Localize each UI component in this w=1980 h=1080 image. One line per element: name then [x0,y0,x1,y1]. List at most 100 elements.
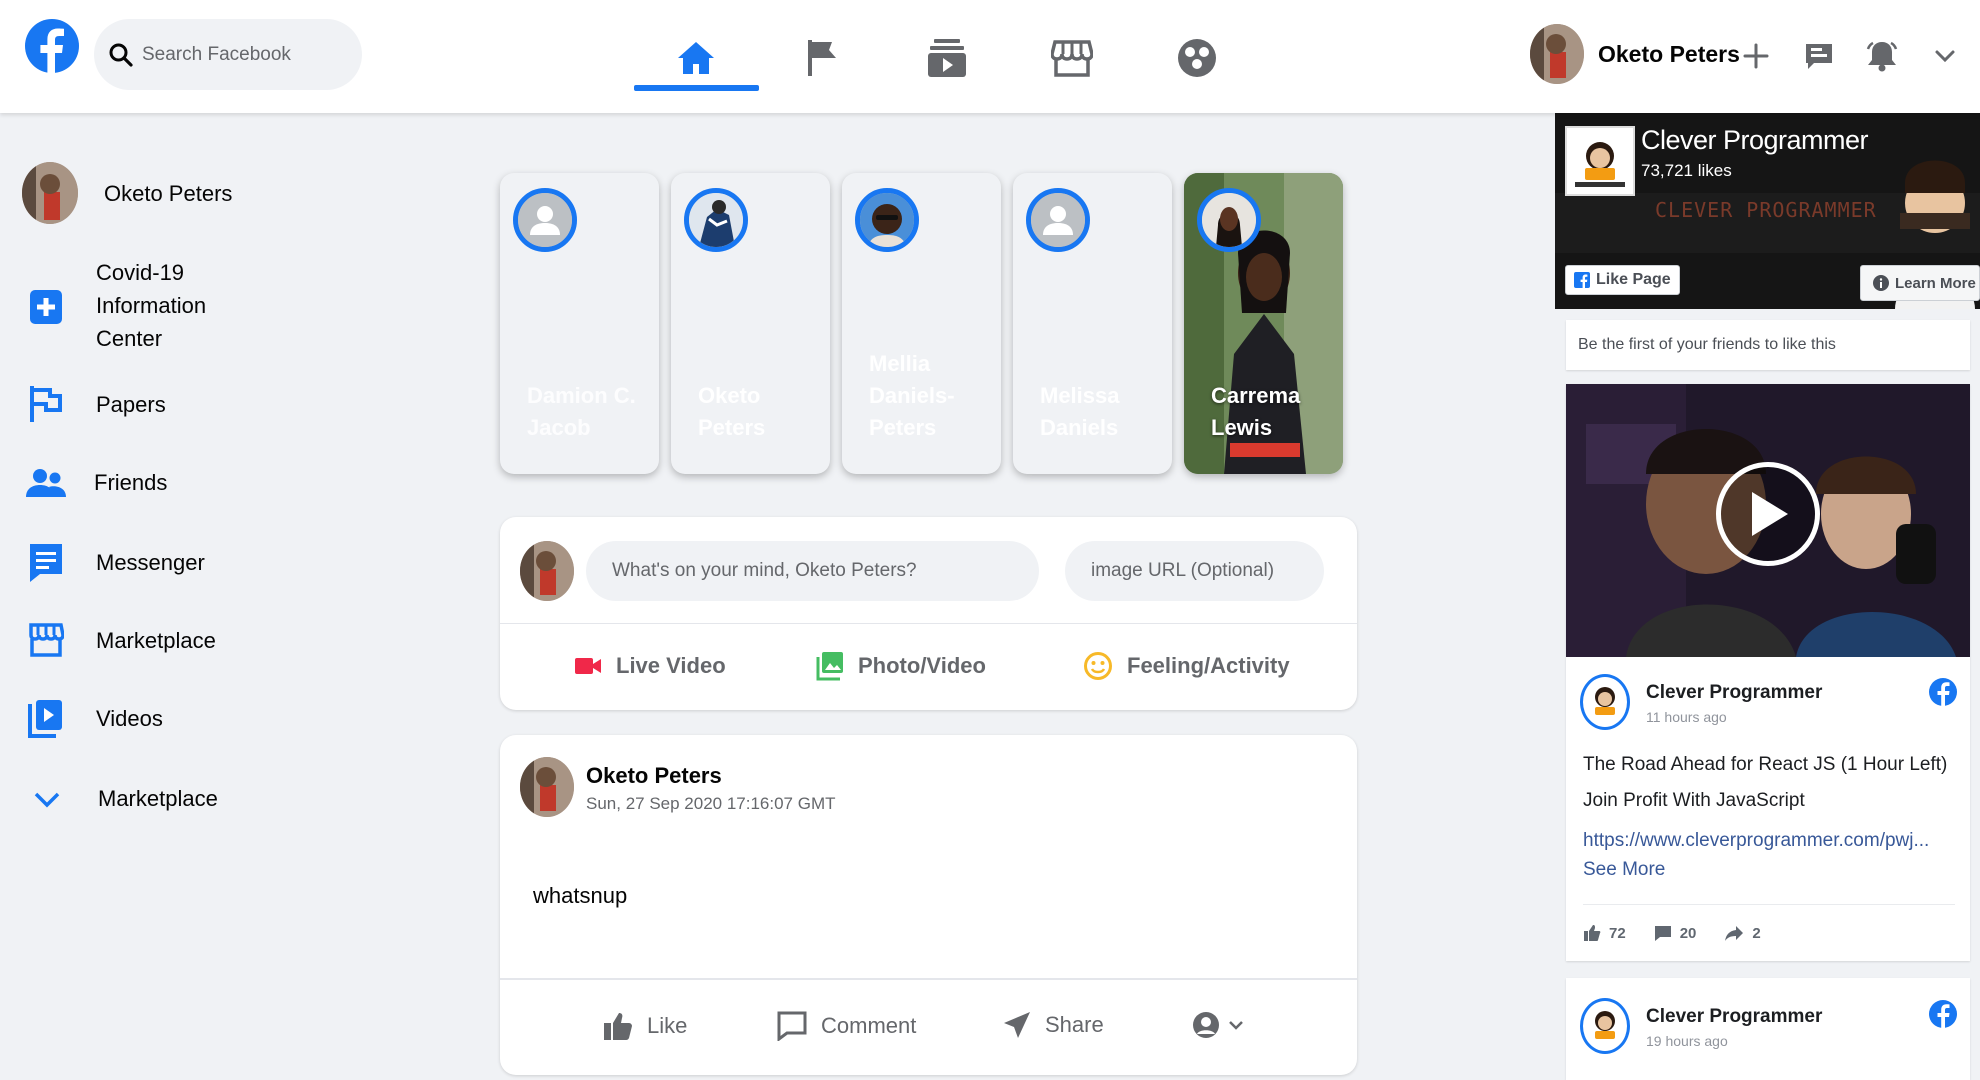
story-name: Mellia Daniels- Peters [869,348,994,444]
sidebar-item-label: Friends [94,470,168,495]
post-author-name[interactable]: Oketo Peters [586,763,722,789]
action-label: Share [1045,1012,1104,1037]
shares-stat[interactable]: 2 [1724,924,1761,942]
story-avatar [684,188,748,252]
story-avatar [1026,188,1090,252]
nav-groups-tab[interactable] [1135,26,1259,90]
search-placeholder: Search Facebook [142,43,291,65]
search-bar[interactable]: Search Facebook [94,19,362,90]
post-author-avatar[interactable] [520,757,574,817]
page-title[interactable]: Clever Programmer [1641,125,1869,156]
shares-count: 2 [1752,924,1761,942]
page-post-avatar[interactable] [1580,674,1630,730]
page-banner[interactable]: Clever Programmer 73,721 likes CLEVER PR… [1555,113,1980,309]
sidebar-item-messenger[interactable]: Messenger [28,542,205,582]
image-url-placeholder: image URL (Optional) [1091,560,1275,581]
page-logo [1565,126,1635,196]
thumbs-up-icon [603,1011,633,1041]
sidebar-item-see-more[interactable]: Marketplace [32,782,218,815]
like-button[interactable]: Like [603,1011,687,1041]
story-name-line: Lewis [1211,415,1273,440]
story-name: Melissa Daniels [1040,380,1165,444]
nav-pages-tab[interactable] [760,26,884,90]
action-label: Comment [821,1013,917,1038]
post-audience-selector[interactable] [1192,1011,1244,1039]
feeling-icon [1083,651,1113,681]
nav-home-tab[interactable] [634,26,758,90]
page-post-line2: Join Profit With JavaScript [1583,790,1805,811]
flag-outline-icon [28,384,64,424]
story-card[interactable]: Carrema Lewis [1184,173,1343,474]
nav-watch-tab[interactable] [885,26,1009,90]
comment-button[interactable]: Comment [777,1011,916,1041]
live-video-button[interactable]: Live Video [574,653,726,679]
see-more-link[interactable]: See More [1583,859,1665,881]
like-page-button[interactable]: Like Page [1565,265,1680,295]
play-icon[interactable] [1716,462,1820,566]
label-line: Information [96,293,207,318]
facebook-logo-icon[interactable] [24,16,80,76]
marketplace-icon [28,622,64,658]
page-post-avatar[interactable] [1580,998,1630,1054]
page-post-author[interactable]: Clever Programmer [1646,1006,1822,1028]
sidebar-item-videos[interactable]: Videos [28,698,163,738]
bell-icon[interactable] [1860,34,1904,78]
post-text: whatsnup [533,883,628,908]
share-button[interactable]: Share [1003,1011,1104,1039]
photo-video-button[interactable]: Photo/Video [816,651,986,681]
image-url-input[interactable]: image URL (Optional) [1065,541,1324,601]
story-name-line: Peters [869,415,937,440]
chevron-down-icon[interactable] [1923,34,1967,78]
composer-avatar [520,541,574,601]
sidebar-item-label: Messenger [96,549,205,575]
comment-icon [777,1011,807,1041]
learn-more-button[interactable]: Learn More [1860,265,1980,301]
friends-icon [26,467,66,499]
chevron-down-icon [1228,1019,1244,1031]
sidebar-avatar [22,162,78,224]
comments-stat[interactable]: 20 [1654,924,1697,942]
story-avatar [1197,188,1261,252]
story-card[interactable]: Oketo Peters [671,173,830,474]
messenger-icon[interactable] [1797,34,1841,78]
status-input[interactable]: What's on your mind, Oketo Peters? [586,541,1039,601]
plus-icon[interactable] [1734,34,1778,78]
page-post-time[interactable]: 19 hours ago [1646,1033,1728,1049]
label-line: Covid-19 [96,260,185,285]
page-post-time[interactable]: 11 hours ago [1646,709,1727,725]
friends-like-note: Be the first of your friends to like thi… [1566,320,1970,370]
action-label: Live Video [616,653,726,678]
thumbs-up-icon [1583,924,1601,942]
page-post-stats: 72 20 2 [1583,924,1761,942]
home-icon [676,38,716,78]
sidebar-item-covid-center[interactable]: Covid-19 Information Center [28,256,206,355]
story-name-line: Oketo Peters [698,383,766,440]
story-name: Oketo Peters [698,380,823,444]
story-name-line: Damion C. [527,383,636,408]
sidebar-item-label: Marketplace [98,786,218,811]
video-thumbnail[interactable] [1566,384,1970,657]
active-tab-indicator [634,85,759,91]
story-name: Carrema Lewis [1211,380,1336,444]
likes-stat[interactable]: 72 [1583,924,1626,942]
story-card[interactable]: Damion C. Jacob [500,173,659,474]
comments-count: 20 [1679,924,1697,942]
story-card[interactable]: Melissa Daniels [1013,173,1172,474]
flag-icon [804,38,840,78]
story-card[interactable]: Mellia Daniels- Peters [842,173,1001,474]
sidebar-item-friends[interactable]: Friends [26,466,167,499]
header-avatar[interactable] [1530,24,1584,84]
nav-marketplace-tab[interactable] [1010,26,1134,90]
page-post-line1: The Road Ahead for React JS (1 Hour Left… [1583,754,1948,775]
header-user-name[interactable]: Oketo Peters [1598,41,1740,68]
page-post-author[interactable]: Clever Programmer [1646,682,1822,704]
page-post-card: Clever Programmer 11 hours ago The Road … [1566,384,1970,961]
sidebar-item-marketplace[interactable]: Marketplace [28,622,216,658]
action-label: Feeling/Activity [1127,653,1290,678]
page-post-link[interactable]: https://www.cleverprogrammer.com/pwj... [1583,830,1929,852]
sidebar-item-papers[interactable]: Papers [28,384,166,424]
search-icon [108,42,134,68]
feeling-activity-button[interactable]: Feeling/Activity [1083,651,1290,681]
post-composer: What's on your mind, Oketo Peters? image… [500,517,1357,710]
sidebar-profile[interactable]: Oketo Peters [22,162,232,224]
